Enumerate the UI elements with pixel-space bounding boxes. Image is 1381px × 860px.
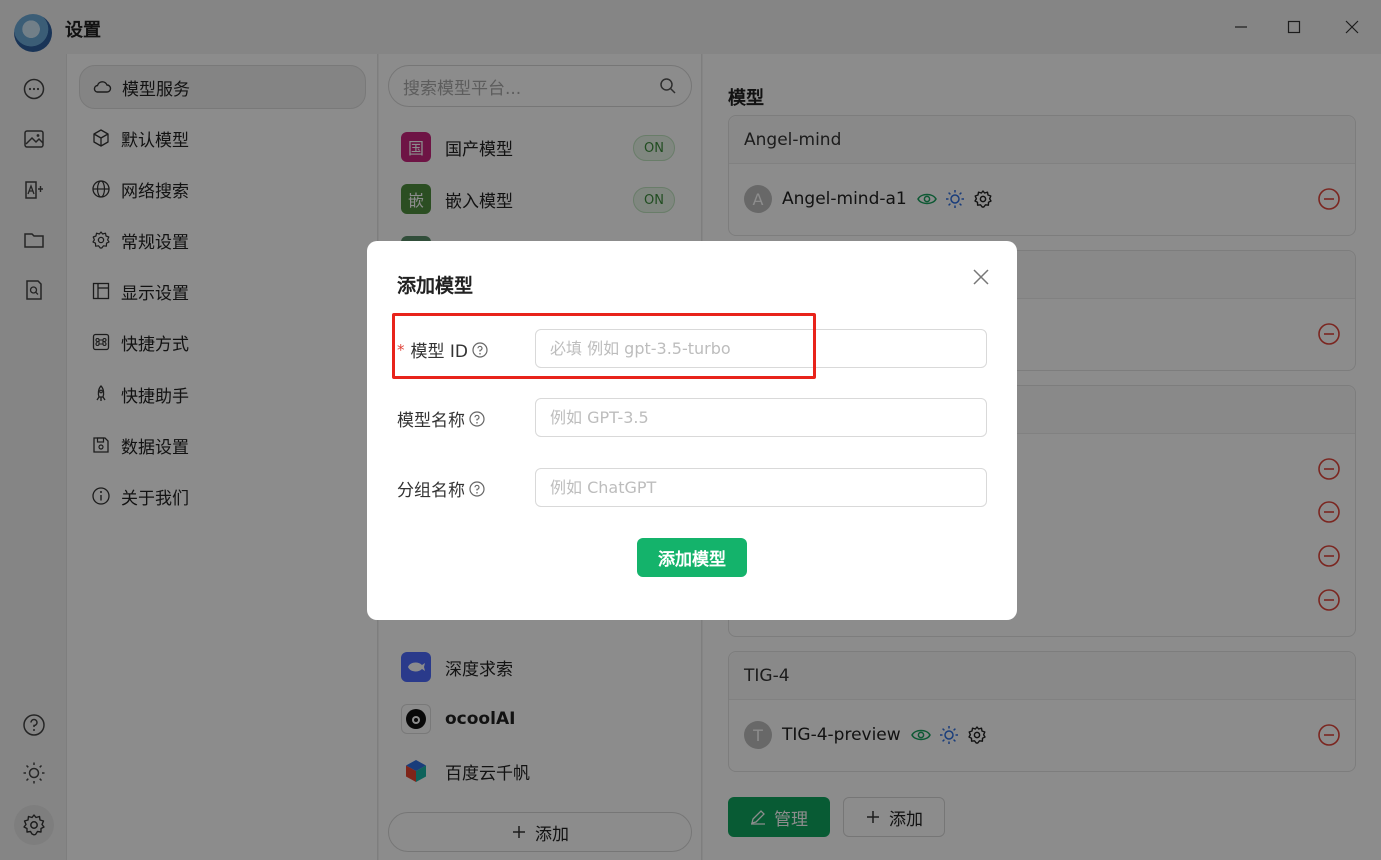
group-name-input[interactable] <box>535 468 987 507</box>
model-name-row: 模型名称 <box>397 398 989 438</box>
annotation-highlight-box <box>392 313 816 379</box>
group-name-label: 分组名称 <box>397 481 465 501</box>
add-model-dialog: 添加模型 * 模型 ID 模型名称 分组名称 添加模型 <box>367 241 1017 620</box>
help-icon[interactable] <box>469 410 485 427</box>
submit-add-model-button[interactable]: 添加模型 <box>637 538 747 577</box>
model-name-label: 模型名称 <box>397 411 465 431</box>
group-name-row: 分组名称 <box>397 468 989 508</box>
dialog-close-button[interactable] <box>967 263 995 291</box>
help-icon[interactable] <box>469 480 485 497</box>
dialog-title: 添加模型 <box>397 275 474 297</box>
model-name-input[interactable] <box>535 398 987 437</box>
close-icon <box>973 269 989 285</box>
